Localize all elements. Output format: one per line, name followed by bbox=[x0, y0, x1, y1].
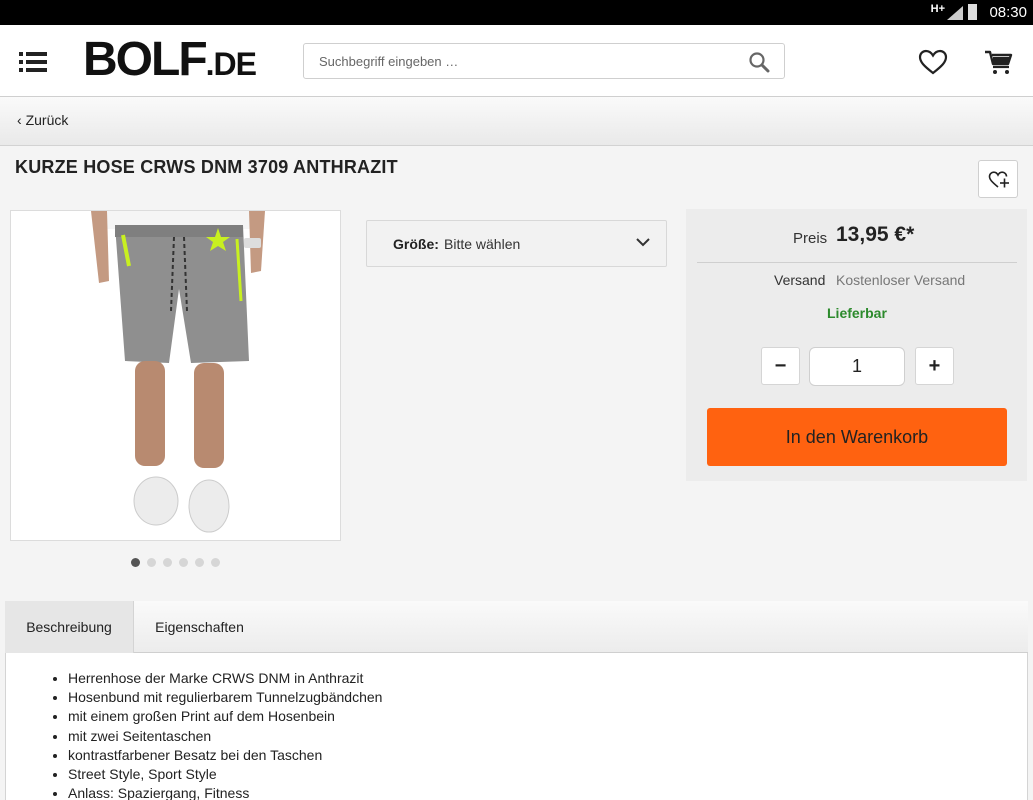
price-value: 13,95 €* bbox=[836, 223, 915, 246]
product-tabs: Beschreibung Eigenschaften bbox=[5, 601, 1028, 653]
list-item: mit einem großen Print auf dem Hosenbein bbox=[68, 707, 382, 726]
carousel-dot[interactable] bbox=[147, 558, 156, 567]
availability-status: Lieferbar bbox=[827, 305, 887, 321]
quantity-input[interactable] bbox=[809, 347, 905, 386]
price-label: Preis bbox=[793, 230, 828, 247]
list-item: Hosenbund mit regulierbarem Tunnelzugbän… bbox=[68, 688, 382, 707]
battery-icon bbox=[968, 4, 977, 20]
add-to-cart-button[interactable]: In den Warenkorb bbox=[707, 408, 1007, 466]
app-header: BOLF.DE bbox=[0, 25, 1033, 97]
menu-icon[interactable] bbox=[19, 52, 47, 72]
add-to-wishlist-button[interactable] bbox=[978, 160, 1018, 198]
tab-properties[interactable]: Eigenschaften bbox=[134, 601, 265, 653]
list-item: mit zwei Seitentaschen bbox=[68, 727, 382, 746]
signal-icon bbox=[947, 6, 963, 20]
description-list: Herrenhose der Marke CRWS DNM in Anthraz… bbox=[68, 669, 382, 800]
product-image[interactable] bbox=[10, 210, 341, 541]
carousel-dot[interactable] bbox=[195, 558, 204, 567]
shipping-value: Kostenloser Versand bbox=[836, 272, 966, 288]
description-panel: Herrenhose der Marke CRWS DNM in Anthraz… bbox=[5, 653, 1028, 800]
carousel-dot[interactable] bbox=[179, 558, 188, 567]
carousel-dot[interactable] bbox=[211, 558, 220, 567]
size-label: Größe: bbox=[393, 236, 439, 252]
buy-box: Preis 13,95 €* Versand Kostenloser Versa… bbox=[686, 209, 1027, 481]
tab-description[interactable]: Beschreibung bbox=[5, 601, 134, 653]
heart-plus-icon bbox=[988, 171, 1009, 188]
quantity-increase-button[interactable]: + bbox=[915, 347, 954, 385]
shipping-label: Versand bbox=[774, 272, 826, 288]
divider bbox=[697, 262, 1017, 263]
list-item: Anlass: Spaziergang, Fitness bbox=[68, 784, 382, 800]
status-bar: H+ 08:30 bbox=[0, 0, 1033, 25]
search-box bbox=[303, 43, 785, 79]
list-item: kontrastfarbener Besatz bei den Taschen bbox=[68, 746, 382, 765]
wishlist-heart-icon[interactable] bbox=[918, 49, 948, 75]
size-dropdown[interactable]: Größe: Bitte wählen bbox=[366, 220, 667, 267]
carousel-dot[interactable] bbox=[163, 558, 172, 567]
chevron-down-icon bbox=[636, 238, 650, 247]
brand-logo[interactable]: BOLF.DE bbox=[83, 36, 257, 84]
clock: 08:30 bbox=[989, 4, 1027, 21]
cart-icon[interactable] bbox=[984, 49, 1014, 75]
search-input[interactable] bbox=[304, 44, 734, 78]
back-link[interactable]: ‹ Zurück bbox=[17, 112, 68, 128]
search-icon[interactable] bbox=[748, 51, 770, 73]
quantity-decrease-button[interactable]: − bbox=[761, 347, 800, 385]
size-value: Bitte wählen bbox=[444, 236, 521, 252]
back-bar: ‹ Zurück bbox=[0, 97, 1033, 146]
carousel-dot[interactable] bbox=[131, 558, 140, 567]
product-title: KURZE HOSE CRWS DNM 3709 ANTHRAZIT bbox=[15, 157, 398, 177]
list-item: Street Style, Sport Style bbox=[68, 765, 382, 784]
image-carousel-dots[interactable] bbox=[131, 554, 227, 567]
list-item: Herrenhose der Marke CRWS DNM in Anthraz… bbox=[68, 669, 382, 688]
network-indicator: H+ bbox=[930, 3, 945, 15]
shorts-model-photo bbox=[11, 211, 340, 540]
